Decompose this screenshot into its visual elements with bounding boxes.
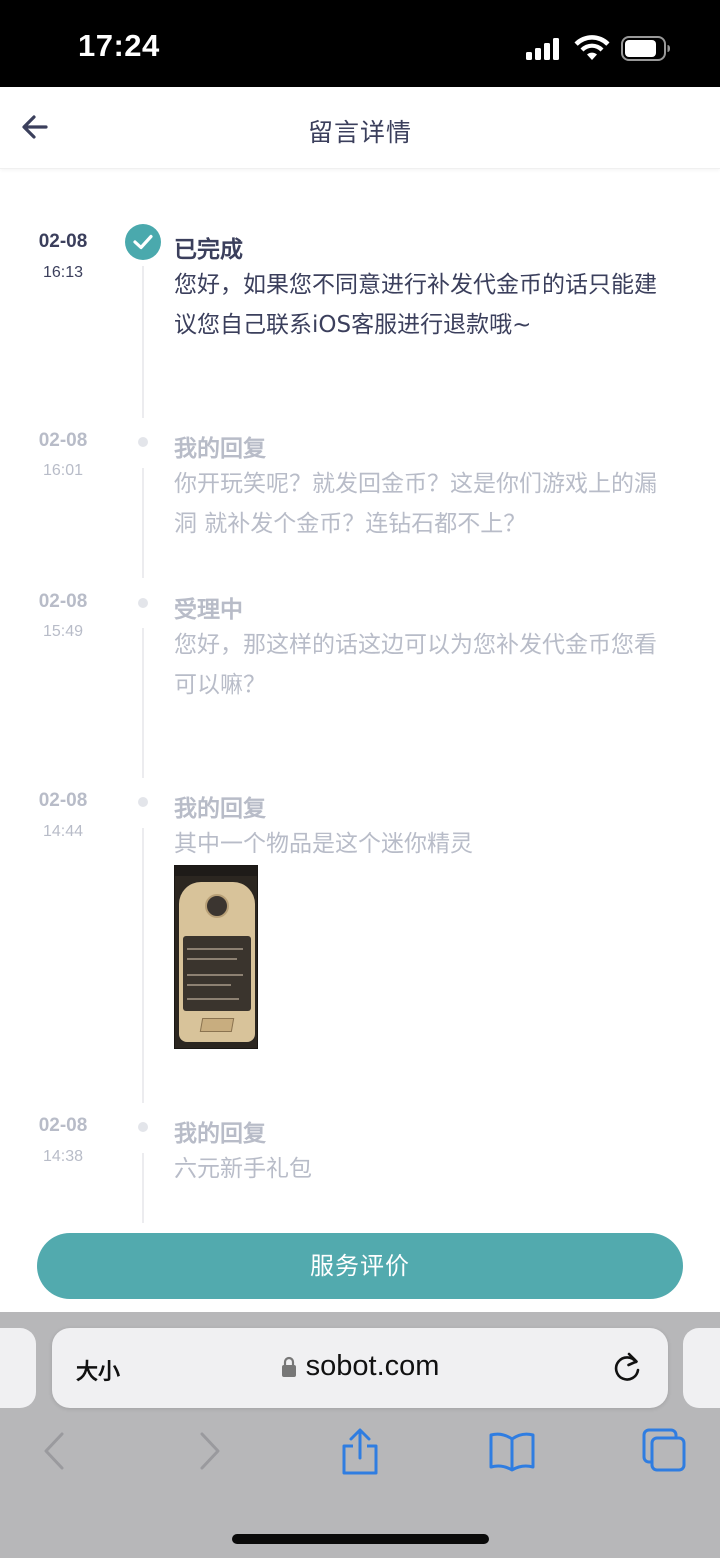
entry-date: 02-08 bbox=[38, 790, 88, 811]
entry-title: 已完成 bbox=[174, 237, 243, 263]
completed-check-icon bbox=[125, 224, 161, 260]
forward-nav-icon[interactable] bbox=[184, 1426, 234, 1476]
status-time: 17:24 bbox=[78, 28, 160, 63]
entry-time: 14:44 bbox=[42, 823, 84, 840]
timeline-dot bbox=[138, 598, 148, 608]
thumbnail-topbar bbox=[175, 866, 257, 876]
entry-text: 你开玩笑呢？就发回金币？这是你们游戏上的漏洞 就补发个金币？连钻石都不上？ bbox=[174, 471, 657, 537]
entry-text: 您好，如果您不同意进行补发代金币的话只能建议您自己联系iOS客服进行退款哦~ bbox=[174, 272, 657, 338]
entry-date: 02-08 bbox=[38, 430, 88, 451]
page-title: 留言详情 bbox=[307, 118, 412, 147]
next-tab-preview[interactable] bbox=[683, 1328, 720, 1408]
cellular-signal-icon bbox=[526, 36, 562, 60]
bookmarks-icon[interactable] bbox=[487, 1426, 537, 1476]
entry-date: 02-08 bbox=[38, 231, 88, 252]
timeline-line bbox=[142, 1153, 144, 1223]
url-text: sobot.com bbox=[305, 1350, 440, 1382]
thumbnail-text-line bbox=[187, 948, 243, 950]
back-nav-icon[interactable] bbox=[30, 1426, 80, 1476]
url-display[interactable]: sobot.com bbox=[52, 1350, 668, 1383]
entry-text: 六元新手礼包 bbox=[174, 1156, 312, 1182]
page-header: 留言详情 bbox=[0, 87, 720, 169]
battery-icon bbox=[621, 36, 670, 61]
thumbnail-text-line bbox=[187, 974, 243, 976]
share-icon[interactable] bbox=[335, 1426, 385, 1476]
browser-toolbar: 大小 sobot.com bbox=[0, 1312, 720, 1558]
address-bar[interactable]: 大小 sobot.com bbox=[52, 1328, 668, 1408]
thumbnail-portrait bbox=[205, 894, 229, 918]
timeline-dot bbox=[138, 1122, 148, 1132]
timeline-line bbox=[142, 628, 144, 778]
timeline-dot bbox=[138, 797, 148, 807]
entry-title: 我的回复 bbox=[174, 436, 266, 462]
entry-date: 02-08 bbox=[38, 591, 88, 612]
thumbnail-text-line bbox=[187, 958, 237, 960]
entry-time: 16:13 bbox=[42, 264, 84, 281]
thumbnail-text-line bbox=[187, 984, 231, 986]
entry-time: 14:38 bbox=[42, 1148, 84, 1165]
reload-icon[interactable] bbox=[610, 1350, 644, 1386]
status-bar: 17:24 bbox=[0, 0, 720, 87]
previous-tab-preview[interactable] bbox=[0, 1328, 36, 1408]
tabs-icon[interactable] bbox=[640, 1426, 690, 1476]
message-timeline: 02-08 16:13 已完成 您好，如果您不同意进行补发代金币的话只能建议您自… bbox=[0, 170, 720, 1232]
entry-title: 我的回复 bbox=[174, 1121, 266, 1147]
thumbnail-button bbox=[199, 1018, 235, 1032]
timeline-line bbox=[142, 266, 144, 418]
timeline-line bbox=[142, 828, 144, 1103]
entry-title: 受理中 bbox=[174, 597, 243, 623]
home-indicator bbox=[232, 1534, 489, 1544]
entry-time: 15:49 bbox=[42, 623, 84, 640]
timeline-dot bbox=[138, 437, 148, 447]
wifi-icon bbox=[574, 35, 610, 60]
entry-title: 我的回复 bbox=[174, 796, 266, 822]
lock-icon bbox=[281, 1356, 296, 1377]
rate-service-button[interactable]: 服务评价 bbox=[37, 1233, 683, 1299]
timeline-line bbox=[142, 468, 144, 578]
entry-text: 您好，那这样的话这边可以为您补发代金币您看可以嘛？ bbox=[174, 632, 657, 698]
attachment-thumbnail[interactable] bbox=[174, 865, 258, 1049]
entry-date: 02-08 bbox=[38, 1115, 88, 1136]
thumbnail-text-line bbox=[187, 998, 239, 1000]
entry-text: 其中一个物品是这个迷你精灵 bbox=[174, 831, 473, 857]
entry-time: 16:01 bbox=[42, 462, 84, 479]
